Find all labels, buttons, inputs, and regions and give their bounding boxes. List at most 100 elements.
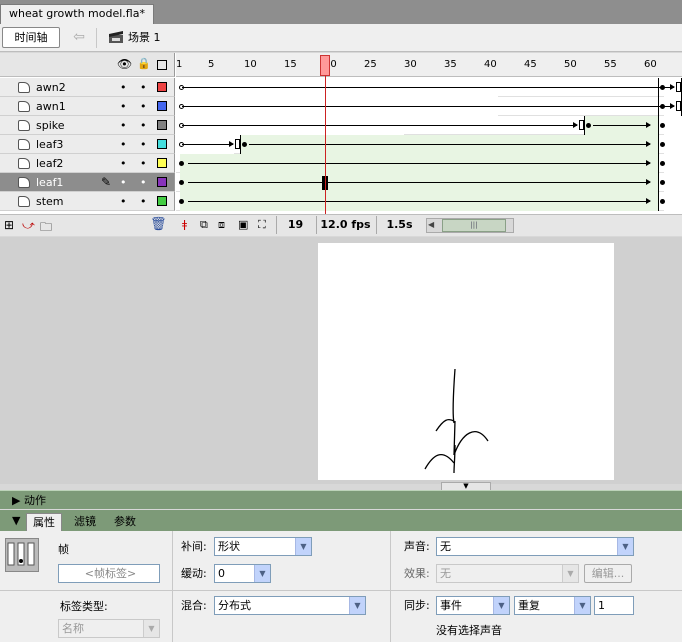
insert-folder-icon[interactable]: 🗀 [40,218,52,239]
edit-sound-button[interactable]: 编辑... [584,564,632,583]
layer-row[interactable]: stem • • [0,192,175,211]
effect-select[interactable]: 无 ▼ [436,564,579,583]
end-keyframe[interactable] [660,85,665,90]
delete-layer-icon[interactable]: 🗑 [150,217,167,232]
keyframe[interactable] [179,180,184,185]
layer-name[interactable]: leaf1 [36,175,63,190]
lock-toggle[interactable]: • [140,157,147,170]
visibility-toggle[interactable]: • [120,195,127,208]
visibility-toggle[interactable]: • [120,138,127,151]
layer-name[interactable]: awn2 [36,80,66,95]
outline-color-swatch[interactable] [157,82,167,92]
outline-color-swatch[interactable] [157,101,167,111]
layer-frames[interactable] [176,78,682,97]
actions-panel-title[interactable]: ▶ 动作 [12,492,46,508]
tween-select[interactable]: 形状 ▼ [214,537,312,556]
end-keyframe[interactable] [660,199,665,204]
keyframe[interactable] [586,123,591,128]
elapsed-time-field: 1.5s [376,216,422,234]
visibility-toggle[interactable]: • [120,81,127,94]
layer-row[interactable]: spike • • [0,116,175,135]
outline-color-swatch[interactable] [157,177,167,187]
keyframe[interactable] [179,161,184,166]
actions-panel-header[interactable] [0,490,682,509]
dropdown-arrow-icon: ▼ [617,538,633,555]
lock-toggle[interactable]: • [140,119,147,132]
ease-input[interactable]: 0 ▼ [214,564,271,583]
outline-color-swatch[interactable] [157,196,167,206]
layer-frames[interactable] [176,116,665,135]
lock-toggle[interactable]: • [140,100,147,113]
document-tab[interactable]: wheat growth model.fla* [0,4,154,24]
layer-row[interactable]: awn2 • • [0,78,175,97]
layer-row[interactable]: leaf1 ✎ • • [0,173,175,192]
layer-frames[interactable] [176,154,665,173]
keyframe[interactable] [242,142,247,147]
frame-rate-field[interactable]: 12.0 fps [316,216,374,234]
scene-label[interactable]: 场景 1 [128,29,161,46]
end-keyframe[interactable] [660,104,665,109]
layer-name[interactable]: leaf2 [36,156,63,171]
end-keyframe[interactable] [660,142,665,147]
lock-toggle[interactable]: • [140,138,147,151]
outline-color-swatch[interactable] [157,139,167,149]
lock-toggle[interactable]: • [140,176,147,189]
layer-row[interactable]: leaf2 • • [0,154,175,173]
keyframe[interactable] [179,199,184,204]
end-keyframe[interactable] [660,123,665,128]
back-arrow-icon[interactable]: ⇦ [70,28,88,46]
insert-layer-icon[interactable]: ⊞ [4,218,14,232]
layer-name[interactable]: spike [36,118,65,133]
sound-label: 声音: [404,540,430,553]
layer-row[interactable]: leaf3 • • [0,135,175,154]
tab-properties[interactable]: 属性 [26,513,62,531]
layer-frames[interactable] [176,135,665,154]
label-type-select[interactable]: 名称 ▼ [58,619,160,638]
layer-frames[interactable] [176,192,665,211]
frame-label-input[interactable]: <帧标签> [58,564,160,583]
layer-name[interactable]: leaf3 [36,137,63,152]
no-sound-message: 没有选择声音 [436,624,502,637]
outline-all-icon[interactable] [157,60,167,70]
sync-select[interactable]: 事件 ▼ [436,596,510,615]
end-keyframe[interactable] [660,180,665,185]
edit-multiple-frames-icon[interactable]: ▣ [238,217,248,234]
onion-skin-icon[interactable]: ⧉ [200,217,208,234]
pencil-icon: ✎ [101,175,112,189]
timeline-scroll-thumb[interactable]: ||| [442,219,506,232]
end-keyframe[interactable] [660,161,665,166]
repeat-count-input[interactable]: 1 [594,596,634,615]
layer-frames[interactable] [176,173,665,192]
outline-color-swatch[interactable] [157,120,167,130]
blend-select[interactable]: 分布式 ▼ [214,596,366,615]
timeline-toggle-button[interactable]: 时间轴 [2,27,60,48]
add-motion-guide-icon[interactable]: ⤻ [22,218,35,233]
layer-name[interactable]: awn1 [36,99,66,114]
layer-row[interactable]: awn1 • • [0,97,175,116]
layer-name[interactable]: stem [36,194,64,209]
visibility-toggle[interactable]: • [120,100,127,113]
lock-toggle[interactable]: • [140,81,147,94]
sound-select[interactable]: 无 ▼ [436,537,634,556]
wheat-drawing[interactable] [318,243,614,480]
lock-toggle[interactable]: • [140,195,147,208]
show-hide-all-eye-icon[interactable]: 👁 [117,57,132,71]
collapse-arrow-icon[interactable]: ▼ [12,514,20,527]
frame-section-label: 帧 [58,543,69,556]
repeat-select[interactable]: 重复 ▼ [514,596,591,615]
keyframe-divider [658,78,659,97]
modify-onion-markers-icon[interactable]: ⛶ [258,217,266,234]
outline-color-swatch[interactable] [157,158,167,168]
visibility-toggle[interactable]: • [120,157,127,170]
visibility-toggle[interactable]: • [120,176,127,189]
layer-frames[interactable] [176,97,682,116]
tab-parameters[interactable]: 参数 [108,513,142,531]
tween-arrow [188,160,651,166]
onion-skin-outlines-icon[interactable]: ⧈ [218,217,225,234]
visibility-toggle[interactable]: • [120,119,127,132]
center-frame-icon[interactable]: ǂ [182,217,187,234]
playhead[interactable] [320,55,330,76]
lock-all-icon[interactable]: 🔒 [137,57,151,70]
scroll-left-arrow-icon[interactable]: ◀ [428,220,434,229]
tab-filters[interactable]: 滤镜 [68,513,102,531]
